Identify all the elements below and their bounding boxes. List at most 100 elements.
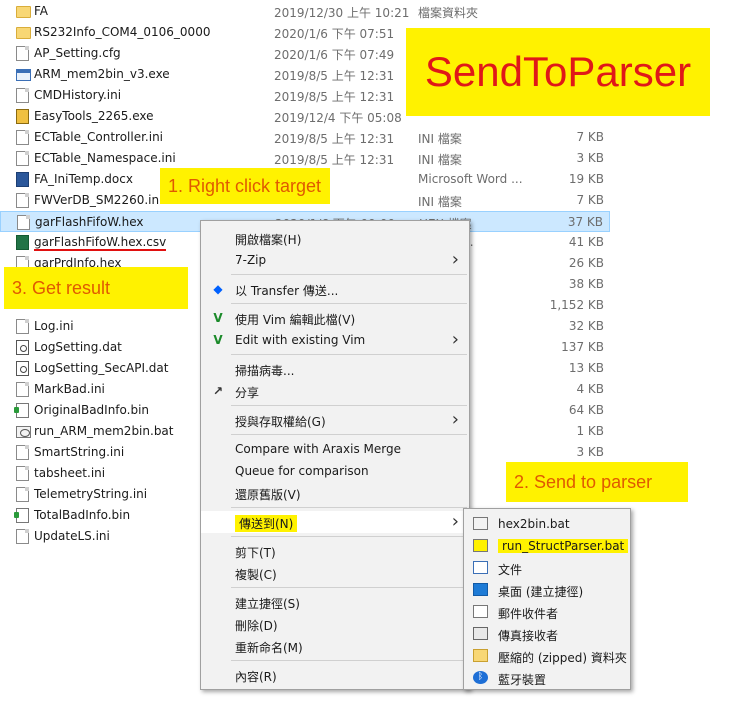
send-to-item-label: 傳真接收者 [498,629,559,643]
dropbox-icon: ◆ [213,282,223,296]
submenu-arrow-icon: › [451,511,459,532]
file-size: 26 KB [568,256,604,270]
file-date: 2019/8/5 上午 12:31 [274,69,395,83]
menu-separator [231,507,467,508]
file-type: 檔案資料夾 [418,6,479,20]
file-row[interactable]: FA 2019/12/30 上午 10:21 檔案資料夾 [0,1,610,22]
document-icon [16,130,29,145]
context-menu-item[interactable]: 授與存取權給(G) › [201,409,469,431]
share-icon: ↗ [212,384,224,398]
batch-file-icon [473,539,488,552]
file-name: EasyTools_2265.exe [34,109,154,123]
file-name: LogSetting.dat [34,340,122,354]
file-date: 2019/12/4 下午 05:08 [274,111,402,125]
send-to-item[interactable]: run_StructParser.bat [464,535,630,557]
file-date: 2019/8/5 上午 12:31 [274,90,395,104]
file-date: 2019/12/30 上午 10:21 [274,6,410,20]
send-to-item[interactable]: 傳真接收者 [464,623,630,645]
file-name: Log.ini [34,319,74,333]
context-menu-item[interactable]: 剪下(T) [201,540,469,562]
send-to-item[interactable]: 桌面 (建立捷徑) [464,579,630,601]
menu-item-label: Edit with existing Vim [235,333,366,347]
context-menu-item[interactable]: 傳送到(N) › [201,511,469,533]
menu-item-label: 內容(R) [235,670,277,684]
bin-icon [14,403,29,418]
step1-note: 1. Right click target [160,168,330,204]
send-to-item-label: hex2bin.bat [498,517,570,531]
context-menu-item[interactable]: 內容(R) [201,664,469,686]
context-menu-item[interactable]: 開啟檔案(H) [201,227,469,249]
step3-note: 3. Get result [4,267,188,309]
context-menu-item[interactable]: 複製(C) [201,562,469,584]
menu-item-label: 剪下(T) [235,546,276,560]
document-icon [16,487,29,502]
context-menu-item[interactable]: 建立捷徑(S) [201,591,469,613]
file-name: ECTable_Namespace.ini [34,151,176,165]
menu-item-label: 建立捷徑(S) [235,597,300,611]
send-to-item[interactable]: 郵件收件者 [464,601,630,623]
file-row[interactable]: ECTable_Controller.ini 2019/8/5 上午 12:31 I… [0,127,610,148]
submenu-arrow-icon: › [451,329,459,350]
menu-separator [231,274,467,275]
context-menu-item[interactable]: V 使用 Vim 編輯此檔(V) [201,307,469,329]
file-size: 19 KB [568,172,604,186]
mail-icon [473,605,488,618]
file-date: 2019/8/5 上午 12:31 [274,132,395,146]
file-size: 7 KB [576,193,604,207]
file-size: 3 KB [576,445,604,459]
send-to-item[interactable]: hex2bin.bat [464,513,630,535]
context-menu-item[interactable]: Queue for comparison [201,460,469,482]
file-size: 37 KB [567,215,603,229]
file-name: garFlashFifoW.hex [35,215,144,229]
menu-separator [231,536,467,537]
file-date: 2020/1/6 下午 07:49 [274,48,395,62]
file-size: 4 KB [576,382,604,396]
menu-item-label: 重新命名(M) [235,641,303,655]
bin-icon [14,508,29,523]
send-to-item-label: 桌面 (建立捷徑) [498,585,584,599]
file-size: 137 KB [561,340,604,354]
file-type: INI 檔案 [418,132,462,146]
file-row[interactable]: ECTable_Namespace.ini 2019/8/5 上午 12:31 IN… [0,148,610,169]
send-to-item-label: 壓縮的 (zipped) 資料夾 [498,651,627,665]
send-to-submenu: hex2bin.bat run_StructParser.bat 文件桌面 (建立捷… [463,508,631,690]
context-menu-item[interactable]: V Edit with existing Vim › [201,329,469,351]
document-icon [16,529,29,544]
context-menu-item[interactable]: 重新命名(M) [201,635,469,657]
batch-file-icon [473,517,488,530]
menu-item-label: 使用 Vim 編輯此檔(V) [235,313,356,327]
send-to-item[interactable]: ᛒ 藍牙裝置 [464,667,630,689]
send-to-item-label: 文件 [498,563,523,577]
documents-icon [473,561,488,574]
file-size: 3 KB [576,151,604,165]
context-menu-item[interactable]: 還原舊版(V) [201,482,469,504]
menu-item-label: 授與存取權給(G) [235,415,326,429]
vim-icon: V [213,311,223,325]
submenu-arrow-icon: › [451,409,459,430]
file-size: 64 KB [568,403,604,417]
file-name: FWVerDB_SM2260.ini [34,193,163,207]
send-to-item[interactable]: 壓縮的 (zipped) 資料夾 [464,645,630,667]
file-name: garFlashFifoW.hex.csv [34,235,167,251]
context-menu-item[interactable]: ↗ 分享 [201,380,469,402]
context-menu-item[interactable]: Compare with Araxis Merge [201,438,469,460]
context-menu-item[interactable]: ◆ 以 Transfer 傳送... [201,278,469,300]
word-icon [16,172,29,187]
context-menu-item[interactable]: 7-Zip › [201,249,469,271]
document-icon [16,151,29,166]
file-name: AP_Setting.cfg [34,46,121,60]
menu-separator [231,303,467,304]
exe-icon [16,69,31,81]
send-to-item[interactable]: 文件 [464,557,630,579]
context-menu-item[interactable]: 掃描病毒... [201,358,469,380]
file-name: UpdateLS.ini [34,529,110,543]
document-icon [16,382,29,397]
file-size: 41 KB [568,235,604,249]
context-menu: 開啟檔案(H) 7-Zip › ◆ 以 Transfer 傳送... V 使用 Vim 編輯… [200,220,470,690]
menu-item-label: 刪除(D) [235,619,278,633]
file-date: 2020/1/6 下午 07:51 [274,27,395,41]
menu-separator [231,587,467,588]
file-name: CMDHistory.ini [34,88,122,102]
context-menu-item[interactable]: 刪除(D) [201,613,469,635]
menu-separator [231,434,467,435]
